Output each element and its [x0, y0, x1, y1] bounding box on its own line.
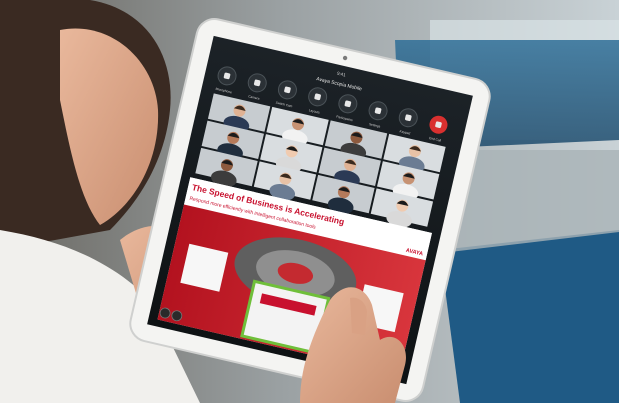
scene-canvas: 9:41 Avaya Scopia Mobile MicrophoneCamer…: [0, 0, 619, 403]
photo-scene: 9:41 Avaya Scopia Mobile Microphone Camer…: [0, 0, 619, 403]
blue-chair-seat: [440, 230, 619, 403]
